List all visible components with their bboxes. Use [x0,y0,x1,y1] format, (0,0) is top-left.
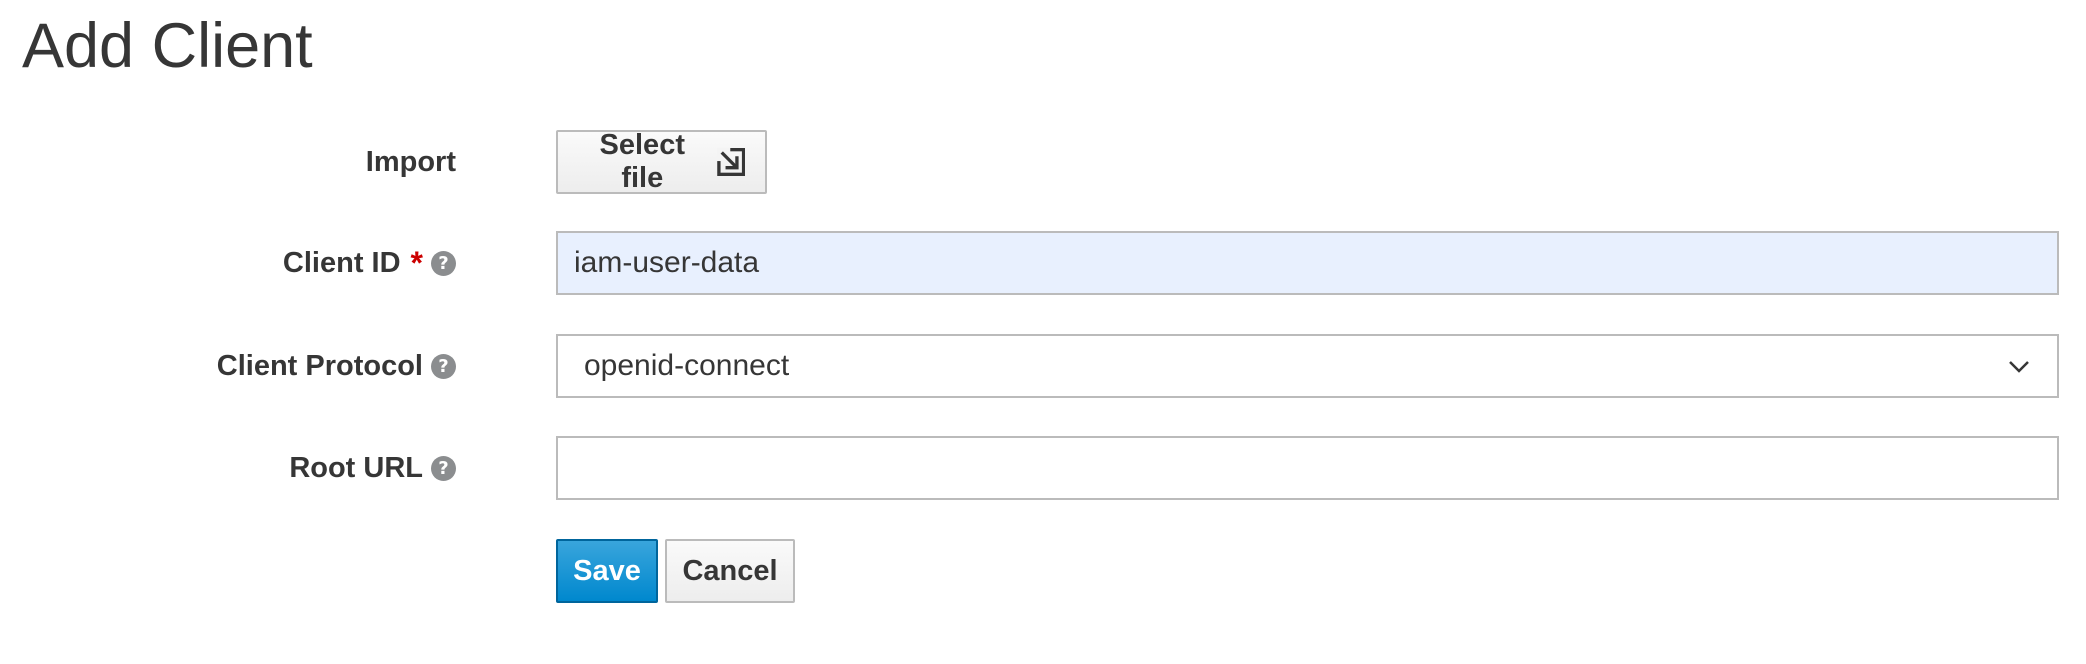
root-url-help-icon[interactable]: ? [431,455,456,481]
client-id-help-icon[interactable]: ? [431,250,456,276]
page-title: Add Client [22,11,313,81]
add-client-page: Add Client Import Select file Client ID … [0,0,2086,664]
root-url-label: Root URL ? [289,436,456,500]
root-url-input[interactable] [556,436,2059,500]
client-protocol-label-text: Client Protocol [216,349,423,382]
select-file-label: Select file [599,129,685,194]
import-label-text: Import [365,145,456,178]
cancel-button[interactable]: Cancel [665,539,795,603]
root-url-label-text: Root URL [289,451,423,484]
client-protocol-control: openid-connect [556,334,2059,398]
required-marker: * [410,244,423,281]
save-button[interactable]: Save [556,539,658,603]
client-id-input[interactable] [556,231,2059,295]
client-protocol-help-icon[interactable]: ? [431,353,456,379]
client-protocol-select[interactable]: openid-connect [556,334,2059,398]
client-protocol-row: Client Protocol ? openid-connect [0,334,2086,398]
client-id-label: Client ID * ? [283,231,456,295]
root-url-control [556,436,2059,500]
import-row: Import Select file [0,129,2086,194]
actions-row: Save Cancel [0,539,2086,603]
import-icon [716,147,745,176]
actions-control: Save Cancel [556,539,795,603]
client-protocol-selected: openid-connect [584,349,790,382]
import-control: Select file [556,129,767,194]
import-label: Import [366,130,456,194]
client-id-label-text: Client ID [282,246,401,279]
select-file-button[interactable]: Select file [556,129,767,194]
client-id-control [556,231,2059,295]
root-url-row: Root URL ? [0,436,2086,500]
client-id-row: Client ID * ? [0,231,2086,295]
client-protocol-label: Client Protocol ? [217,334,456,398]
chevron-down-icon [2009,361,2029,373]
